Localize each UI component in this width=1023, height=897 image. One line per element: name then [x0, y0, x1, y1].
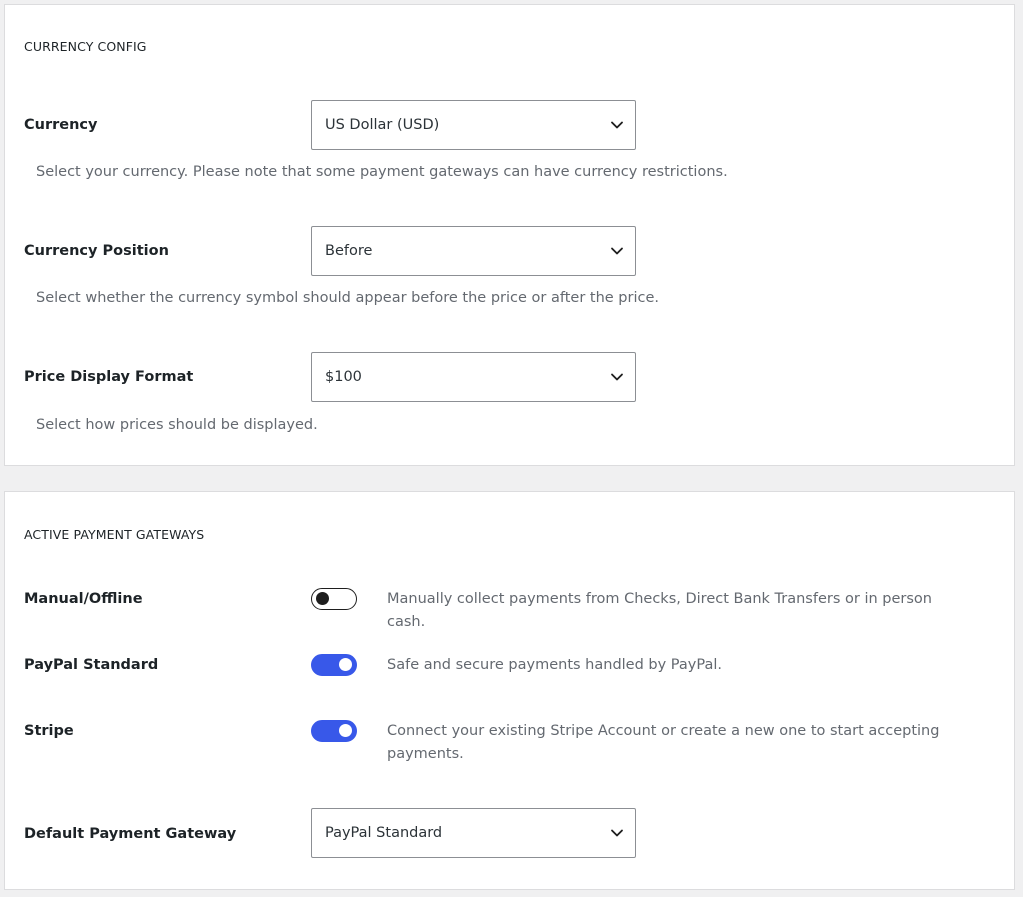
currency-select[interactable]: US Dollar (USD) [311, 100, 636, 150]
gateway-description-paypal-standard: Safe and secure payments handled by PayP… [387, 657, 722, 673]
currency-position-label: Currency Position [24, 243, 169, 259]
price-display-format-select[interactable]: $100 [311, 352, 636, 402]
gateway-description-manual-offline: Manually collect payments from Checks, D… [387, 591, 932, 630]
price-display-format-select-value: $100 [325, 369, 362, 385]
gateway-label-paypal-standard: PayPal Standard [24, 657, 159, 673]
toggle-stripe[interactable] [311, 720, 357, 742]
currency-config-card: CURRENCY CONFIG Currency US Dollar (USD)… [4, 4, 1015, 466]
currency-select-value: US Dollar (USD) [325, 117, 440, 133]
price-display-format-help-text: Select how prices should be displayed. [36, 417, 318, 433]
toggle-paypal-standard[interactable] [311, 654, 357, 676]
section-title-currency-config: CURRENCY CONFIG [24, 39, 147, 54]
gateway-description-stripe: Connect your existing Stripe Account or … [387, 723, 940, 762]
chevron-down-icon [611, 121, 623, 129]
currency-position-select[interactable]: Before [311, 226, 636, 276]
toggle-manual-offline[interactable] [311, 588, 357, 610]
price-display-format-label: Price Display Format [24, 369, 194, 385]
chevron-down-icon [611, 373, 623, 381]
toggle-knob [316, 592, 329, 605]
chevron-down-icon [611, 247, 623, 255]
default-payment-gateway-select-value: PayPal Standard [325, 825, 443, 841]
currency-position-select-value: Before [325, 243, 373, 259]
toggle-knob [339, 724, 352, 737]
chevron-down-icon [611, 829, 623, 837]
currency-position-help-text: Select whether the currency symbol shoul… [36, 290, 659, 306]
toggle-knob [339, 658, 352, 671]
section-title-active-payment-gateways: ACTIVE PAYMENT GATEWAYS [24, 527, 205, 542]
currency-help-text: Select your currency. Please note that s… [36, 164, 728, 180]
gateway-label-manual-offline: Manual/Offline [24, 591, 143, 607]
gateway-label-stripe: Stripe [24, 723, 74, 739]
default-payment-gateway-label: Default Payment Gateway [24, 826, 237, 842]
default-payment-gateway-select[interactable]: PayPal Standard [311, 808, 636, 858]
payment-gateways-card: ACTIVE PAYMENT GATEWAYS Manual/Offline M… [4, 491, 1015, 890]
currency-label: Currency [24, 117, 98, 133]
